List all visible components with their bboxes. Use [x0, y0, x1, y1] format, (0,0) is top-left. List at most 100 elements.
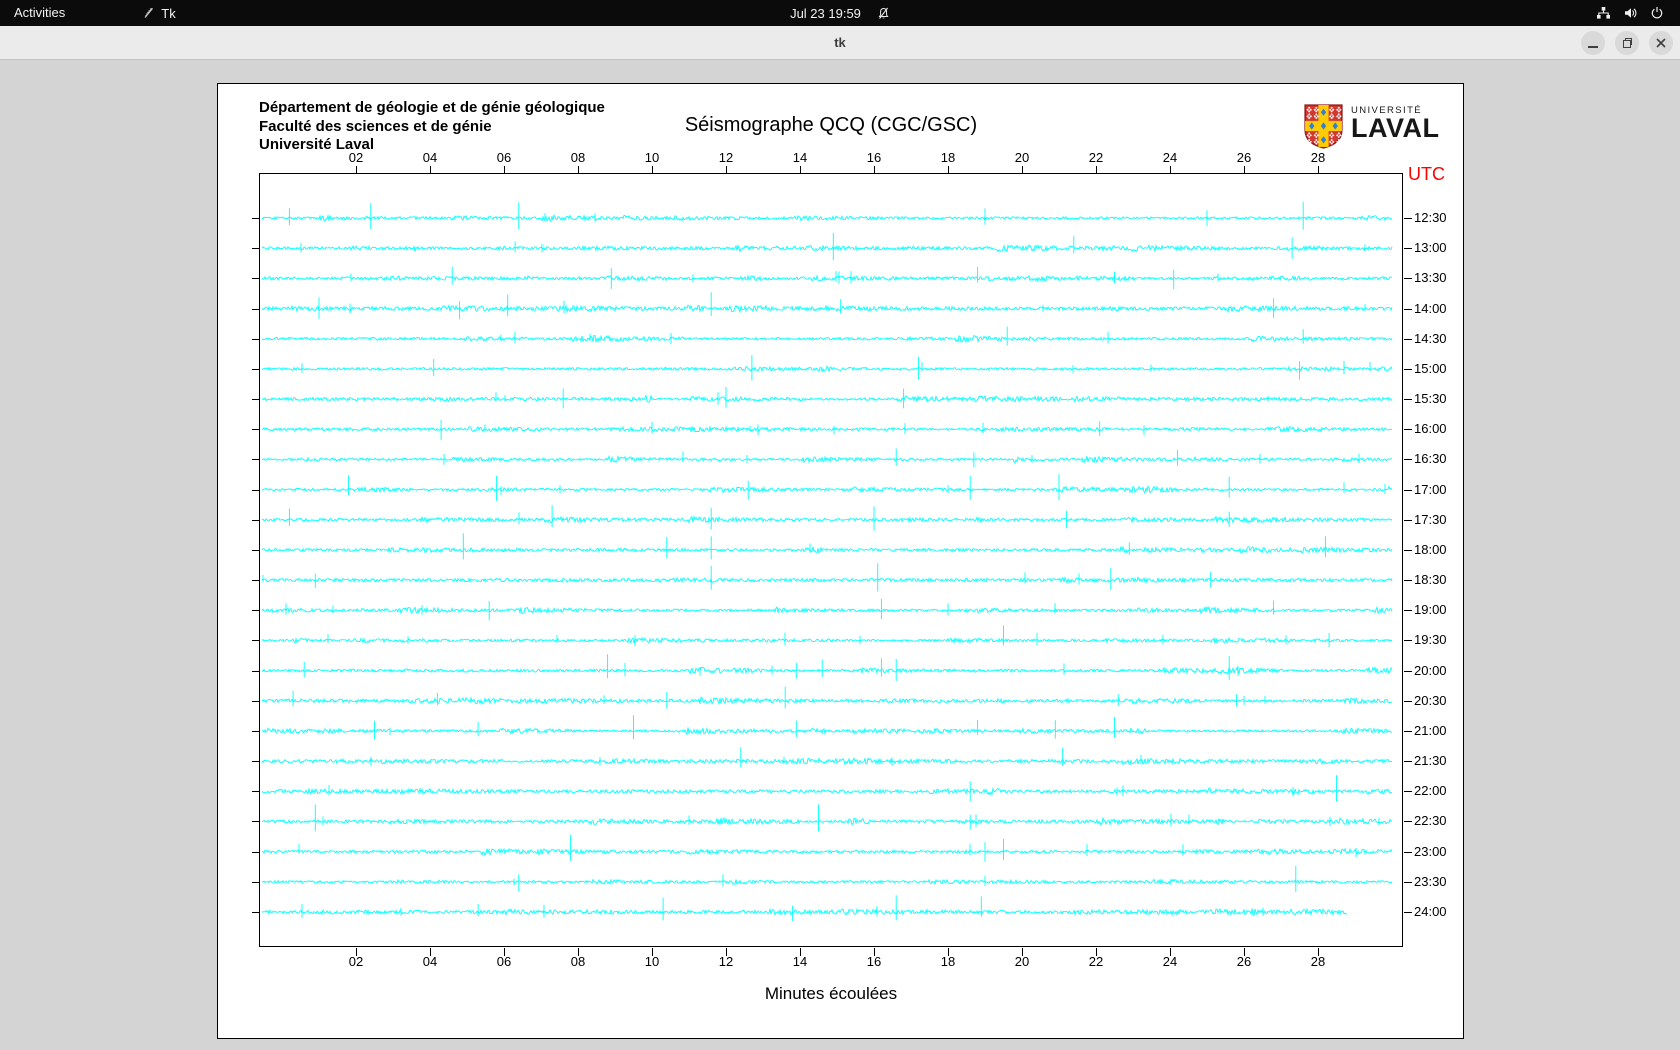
notifications-muted-icon: [877, 7, 890, 20]
trace-row-14:00: [261, 292, 1393, 320]
x-tick-top: [1022, 166, 1023, 174]
window-titlebar[interactable]: tk: [0, 26, 1680, 60]
x-tick-label-top: 26: [1236, 150, 1252, 165]
row-utc-label: 14:00: [1414, 300, 1447, 316]
row-tick-left: [252, 308, 260, 310]
trace-row-14:30: [261, 326, 1393, 346]
plot-area: UTC 02 02 04 04 06 06 08 08 10 10 12 12 14 14 16 16 18 18…: [252, 150, 1447, 969]
row-tick-left: [252, 399, 260, 401]
row-utc-label: 18:00: [1414, 542, 1447, 558]
row-tick-right: [1404, 549, 1412, 551]
x-tick-top: [356, 166, 357, 174]
row-tick-right: [1404, 912, 1412, 913]
trace-row-18:30: [261, 563, 1393, 592]
row-utc-label: 15:00: [1414, 361, 1447, 377]
x-tick-label-bottom: 10: [644, 954, 660, 969]
minimize-button[interactable]: [1581, 31, 1605, 55]
trace-row-23:00: [261, 834, 1393, 862]
seismogram-traces: [261, 201, 1393, 921]
tk-feather-icon: [141, 6, 155, 20]
system-status-area[interactable]: [1588, 0, 1672, 26]
trace-row-13:00: [261, 232, 1393, 261]
row-tick-right: [1404, 821, 1412, 823]
x-tick-top: [1170, 166, 1171, 174]
row-tick-left: [252, 549, 260, 551]
app-menu-label: Tk: [161, 5, 176, 21]
row-tick-right: [1404, 459, 1412, 461]
row-utc-label: 23:30: [1414, 874, 1447, 890]
x-tick-label-top: 28: [1310, 150, 1326, 165]
row-tick-left: [252, 368, 260, 370]
x-tick-top: [504, 166, 505, 174]
row-tick-left: [252, 489, 260, 491]
row-tick-right: [1404, 489, 1412, 491]
x-tick-label-bottom: 02: [348, 954, 364, 969]
app-menu[interactable]: Tk: [141, 5, 176, 21]
row-tick-left: [252, 278, 260, 280]
row-utc-label: 15:30: [1414, 391, 1447, 407]
trace-row-19:00: [261, 598, 1393, 621]
row-utc-label: 18:30: [1414, 572, 1447, 588]
trace-row-13:30: [261, 266, 1393, 290]
x-tick-label-top: 24: [1162, 150, 1178, 165]
row-tick-right: [1404, 519, 1412, 521]
x-tick-label-bottom: 04: [422, 954, 438, 969]
row-tick-left: [252, 912, 260, 913]
trace-row-19:30: [261, 625, 1393, 647]
plot-title: Séismographe QCQ (CGC/GSC): [684, 114, 978, 136]
row-utc-label: 20:00: [1414, 662, 1447, 678]
row-tick-right: [1404, 700, 1412, 702]
x-tick-label-bottom: 24: [1162, 954, 1178, 969]
restore-button[interactable]: [1615, 31, 1639, 55]
row-tick-left: [252, 851, 260, 853]
row-tick-left: [252, 700, 260, 702]
row-tick-right: [1404, 580, 1412, 582]
row-tick-left: [252, 881, 260, 883]
row-utc-label: 17:00: [1414, 481, 1447, 497]
row-utc-label: 21:00: [1414, 723, 1447, 739]
row-utc-label: 23:00: [1414, 843, 1447, 859]
row-tick-right: [1404, 670, 1412, 672]
row-tick-left: [252, 761, 260, 763]
trace-row-21:30: [261, 747, 1392, 768]
row-utc-label: 19:00: [1414, 602, 1447, 618]
x-tick-top: [1318, 166, 1319, 174]
row-tick-left: [252, 338, 260, 340]
row-tick-right: [1404, 368, 1412, 370]
row-utc-label: 21:30: [1414, 753, 1447, 769]
row-tick-left: [252, 640, 260, 642]
clock[interactable]: Jul 23 19:59: [790, 6, 861, 21]
power-icon: [1650, 6, 1664, 20]
x-tick-label-bottom: 14: [792, 954, 808, 969]
x-tick-top: [652, 166, 653, 174]
universite-laval-logo: UNIVERSITÉ LAVAL: [1303, 103, 1439, 155]
row-tick-right: [1404, 791, 1412, 793]
activities-button[interactable]: Activities: [0, 0, 79, 26]
window-title: tk: [834, 35, 846, 50]
x-axis-title: Minutes écoulées: [764, 984, 898, 1003]
x-tick-top: [948, 166, 949, 174]
trace-row-20:30: [261, 686, 1393, 709]
seismograph-canvas: Département de géologie et de génie géol…: [217, 83, 1464, 1039]
row-tick-right: [1404, 640, 1412, 642]
trace-row-20:00: [261, 654, 1393, 681]
x-tick-label-top: 22: [1088, 150, 1104, 165]
x-tick-top: [726, 166, 727, 174]
close-button[interactable]: [1649, 31, 1673, 55]
row-utc-label: 20:30: [1414, 692, 1447, 708]
row-utc-label: 12:30: [1414, 210, 1447, 226]
trace-row-17:30: [261, 505, 1393, 531]
x-tick-top: [578, 166, 579, 174]
x-tick-label-bottom: 06: [496, 954, 512, 969]
trace-row-23:30: [262, 865, 1393, 892]
row-utc-label: 24:00: [1414, 904, 1447, 920]
trace-row-24:00: [261, 895, 1348, 921]
row-utc-label: 13:30: [1414, 270, 1447, 286]
x-tick-label-bottom: 22: [1088, 954, 1104, 969]
row-tick-left: [252, 248, 260, 250]
row-tick-right: [1404, 730, 1412, 732]
x-tick-label-bottom: 12: [718, 954, 734, 969]
x-tick-label-top: 14: [792, 150, 808, 165]
row-tick-left: [252, 610, 260, 612]
row-tick-right: [1404, 429, 1412, 431]
